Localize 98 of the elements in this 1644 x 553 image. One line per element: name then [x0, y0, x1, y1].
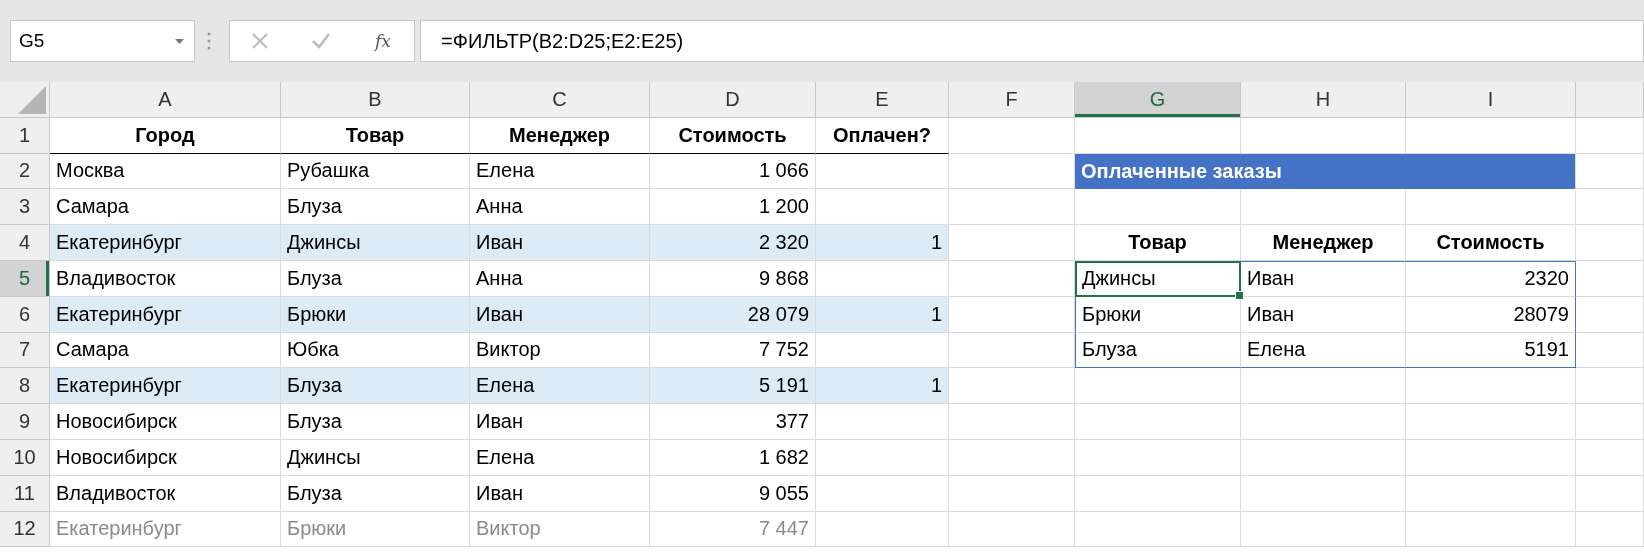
- table-cell: 28 079: [650, 296, 816, 333]
- row-header[interactable]: 7: [0, 332, 50, 369]
- table-cell: Джинсы: [281, 439, 470, 476]
- select-all-button[interactable]: [0, 82, 50, 118]
- table-cell: 1 066: [650, 153, 816, 190]
- table-cell: Джинсы: [1075, 261, 1241, 297]
- table-cell: Екатеринбург: [50, 296, 281, 333]
- row-header[interactable]: 3: [0, 189, 50, 226]
- table-cell: 7 447: [650, 511, 816, 548]
- column-header[interactable]: D: [650, 82, 816, 118]
- empty-cell: [1576, 404, 1644, 440]
- row-header[interactable]: 12: [0, 511, 50, 548]
- table-cell: 2320: [1406, 261, 1576, 297]
- table-cell: Брюки: [281, 511, 470, 548]
- formula-field[interactable]: =ФИЛЬТР(B2:D25;E2:E25): [420, 20, 1644, 62]
- insert-function-button[interactable]: fx: [371, 31, 395, 51]
- table-cell: Брюки: [281, 296, 470, 333]
- empty-cell: [1576, 439, 1644, 476]
- empty-cell: [1576, 225, 1644, 261]
- header-cell: Товар: [1075, 225, 1241, 261]
- table-cell: Брюки: [1075, 296, 1241, 333]
- table-cell: Елена: [470, 368, 650, 405]
- table-cell: 28079: [1406, 296, 1576, 333]
- column-header[interactable]: B: [281, 82, 470, 118]
- table-cell: Елена: [1241, 332, 1406, 369]
- empty-cell: [1576, 511, 1644, 548]
- table-cell: Новосибирск: [50, 439, 281, 476]
- column-header[interactable]: H: [1241, 82, 1406, 118]
- row-header[interactable]: 9: [0, 404, 50, 440]
- row-header[interactable]: 8: [0, 368, 50, 405]
- column-header[interactable]: [1576, 82, 1644, 118]
- table-cell: Москва: [50, 153, 281, 190]
- table-cell: Виктор: [470, 511, 650, 548]
- name-box[interactable]: G5: [10, 20, 195, 62]
- table-cell: Блуза: [281, 475, 470, 512]
- table-cell: 1: [816, 368, 949, 405]
- table-cell: Владивосток: [50, 261, 281, 297]
- row-header[interactable]: 1: [0, 117, 50, 154]
- empty-cell: [1576, 189, 1644, 226]
- row-header[interactable]: 2: [0, 153, 50, 190]
- header-cell: Город: [50, 117, 281, 154]
- table-cell: Екатеринбург: [50, 225, 281, 261]
- cell-reference: G5: [19, 30, 45, 52]
- column-header[interactable]: G: [1075, 82, 1241, 118]
- table-cell: 5 191: [650, 368, 816, 405]
- empty-cell: [1576, 296, 1644, 333]
- table-title: Оплаченные заказы: [1075, 153, 1576, 190]
- row-header[interactable]: 10: [0, 439, 50, 476]
- table-cell: Блуза: [281, 404, 470, 440]
- table-cell: Владивосток: [50, 475, 281, 512]
- row-header[interactable]: 4: [0, 225, 50, 261]
- row-header[interactable]: 6: [0, 296, 50, 333]
- grip-dots-icon[interactable]: [207, 31, 211, 51]
- header-cell: Менеджер: [470, 117, 650, 154]
- table-cell: Елена: [470, 153, 650, 190]
- table-cell: Новосибирск: [50, 404, 281, 440]
- table-cell: Иван: [1241, 296, 1406, 333]
- table-cell: Елена: [470, 439, 650, 476]
- header-cell: Товар: [281, 117, 470, 154]
- header-cell: Стоимость: [650, 117, 816, 154]
- table-cell: Иван: [1241, 261, 1406, 297]
- empty-cell: [1576, 475, 1644, 512]
- table-cell: Блуза: [281, 368, 470, 405]
- table-cell: 377: [650, 404, 816, 440]
- table-cell: Иван: [470, 225, 650, 261]
- table-cell: Иван: [470, 296, 650, 333]
- table-cell: Блуза: [1075, 332, 1241, 369]
- table-cell: 5191: [1406, 332, 1576, 369]
- table-cell: Екатеринбург: [50, 511, 281, 548]
- table-cell: 9 868: [650, 261, 816, 297]
- table-cell: Рубашка: [281, 153, 470, 190]
- table-cell: Анна: [470, 261, 650, 297]
- table-cell: 1: [816, 225, 949, 261]
- empty-cell: [1576, 332, 1644, 369]
- header-cell: Менеджер: [1241, 225, 1406, 261]
- fill-handle[interactable]: [1235, 290, 1244, 300]
- table-cell: Джинсы: [281, 225, 470, 261]
- header-cell: Стоимость: [1406, 225, 1576, 261]
- empty-cell: [1576, 117, 1644, 154]
- column-header[interactable]: A: [50, 82, 281, 118]
- table-cell: Иван: [470, 404, 650, 440]
- table-cell: Иван: [470, 475, 650, 512]
- dropdown-caret-icon[interactable]: [175, 38, 184, 44]
- header-cell: Оплачен?: [816, 117, 949, 154]
- table-cell: 1 682: [650, 439, 816, 476]
- empty-cell: [1576, 261, 1644, 297]
- column-header[interactable]: I: [1406, 82, 1576, 118]
- column-header[interactable]: F: [949, 82, 1075, 118]
- row-header[interactable]: 11: [0, 475, 50, 512]
- table-cell: Блуза: [281, 261, 470, 297]
- table-cell: 1: [816, 296, 949, 333]
- empty-cell: [1576, 368, 1644, 405]
- table-cell: Екатеринбург: [50, 368, 281, 405]
- table-cell: 9 055: [650, 475, 816, 512]
- column-header[interactable]: E: [816, 82, 949, 118]
- column-header[interactable]: C: [470, 82, 650, 118]
- row-header[interactable]: 5: [0, 261, 50, 297]
- table-cell: 2 320: [650, 225, 816, 261]
